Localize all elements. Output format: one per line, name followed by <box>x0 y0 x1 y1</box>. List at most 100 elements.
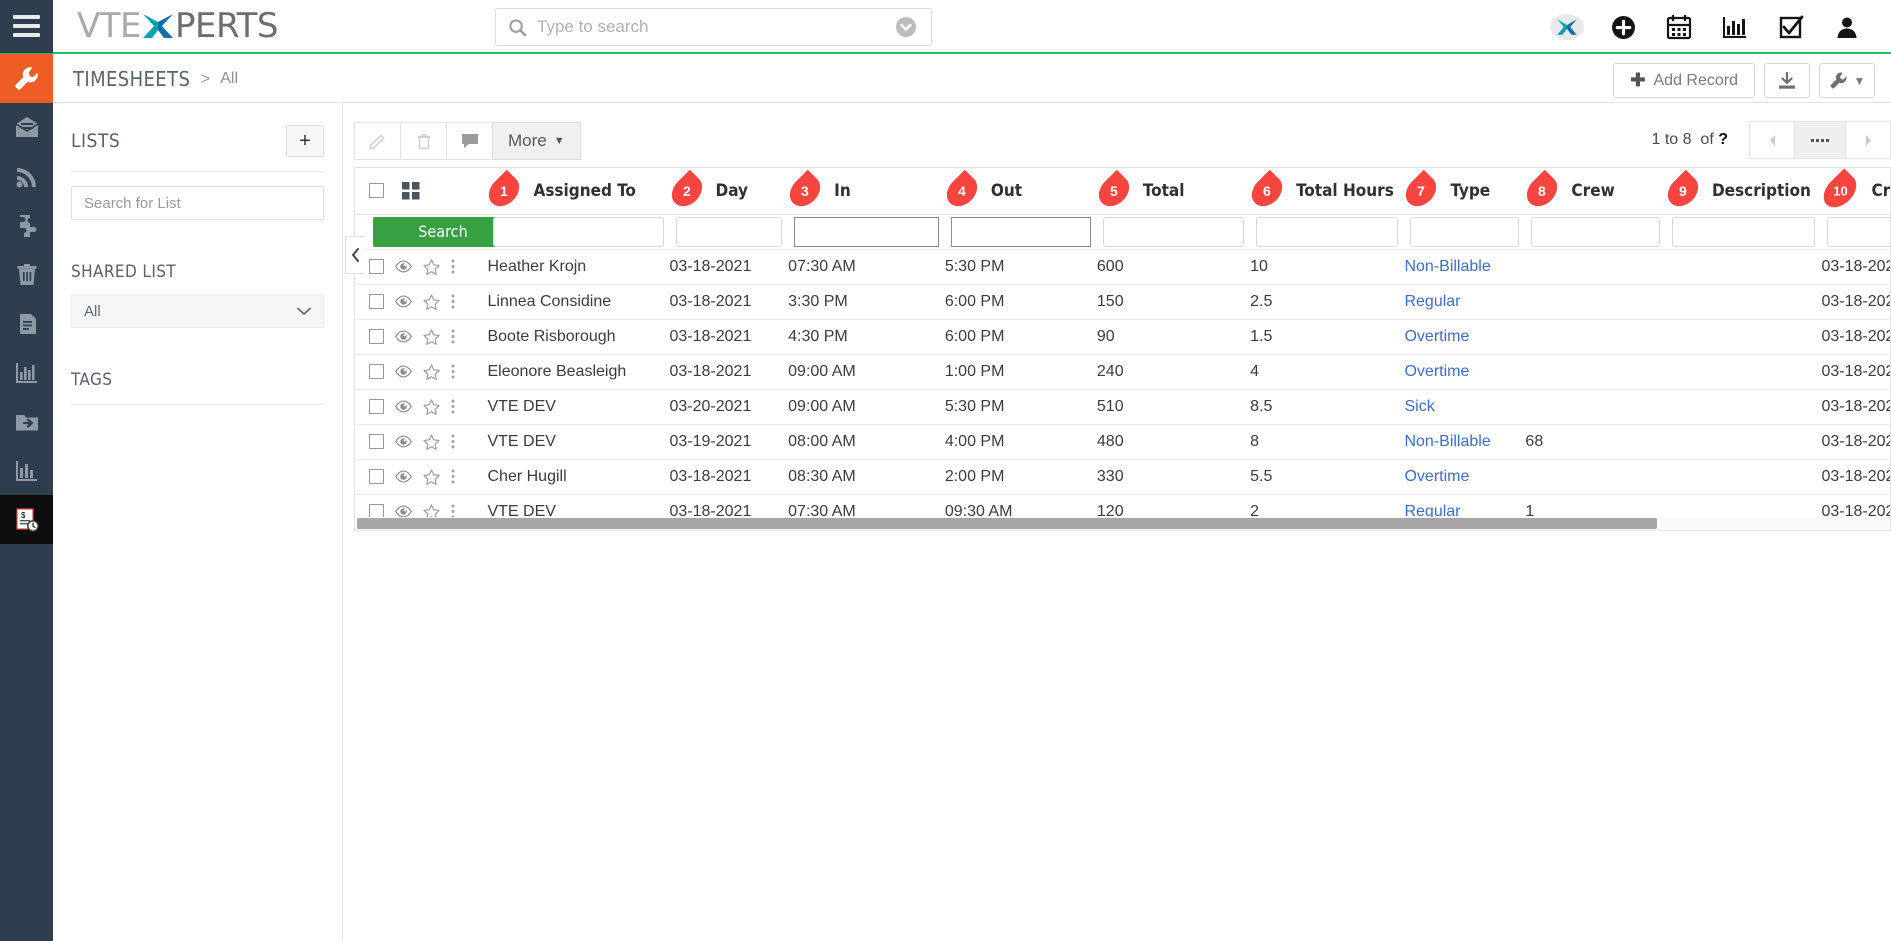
table-row[interactable]: VTE DEV 03-20-2021 09:00 AM 5:30 PM 510 8.5 Si… <box>355 389 1890 425</box>
prev-page-button[interactable] <box>1749 121 1795 159</box>
user-icon[interactable] <box>1819 0 1875 54</box>
favorite-star-icon[interactable] <box>423 258 440 275</box>
preview-icon[interactable] <box>395 400 412 413</box>
sidebar-item-mail[interactable] <box>0 103 53 152</box>
row-checkbox[interactable] <box>369 469 384 484</box>
preview-icon[interactable] <box>395 295 412 308</box>
sidebar-item-feed[interactable] <box>0 152 53 201</box>
preview-icon[interactable] <box>395 470 412 483</box>
list-search-input[interactable]: Search for List <box>71 186 324 220</box>
cell-type[interactable]: Sick <box>1404 389 1526 425</box>
sidebar-item-extensions[interactable] <box>0 201 53 250</box>
menu-toggle-icon[interactable] <box>0 0 53 53</box>
next-page-button[interactable] <box>1845 121 1891 159</box>
favorite-star-icon[interactable] <box>423 468 440 485</box>
filter-input[interactable] <box>1410 216 1520 247</box>
more-button[interactable]: More ▼ <box>492 122 581 160</box>
col-type[interactable]: 7 Type <box>1400 168 1526 215</box>
favorite-star-icon[interactable] <box>423 328 440 345</box>
breadcrumb-module[interactable]: TIMESHEETS <box>73 67 190 91</box>
settings-dropdown-button[interactable]: ▼ <box>1819 63 1875 98</box>
favorite-star-icon[interactable] <box>423 363 440 380</box>
chevron-down-icon[interactable] <box>895 16 917 38</box>
filter-input[interactable] <box>1671 216 1816 247</box>
scrollbar-thumb[interactable] <box>357 517 1657 529</box>
filter-input[interactable] <box>675 216 783 247</box>
table-row[interactable]: Eleonore Beasleigh 03-18-2021 09:00 AM 1:00… <box>355 354 1890 390</box>
delete-button[interactable] <box>400 122 447 160</box>
filter-input[interactable] <box>493 216 664 247</box>
breadcrumb-view[interactable]: All <box>220 70 238 88</box>
favorite-star-icon[interactable] <box>423 398 440 415</box>
import-button[interactable] <box>1764 63 1810 98</box>
vtexperts-logo-icon[interactable] <box>1539 0 1595 54</box>
row-checkbox[interactable] <box>369 434 384 449</box>
cell-type[interactable]: Overtime <box>1404 354 1526 390</box>
filter-description[interactable] <box>1665 214 1822 250</box>
sidebar-item-export[interactable] <box>0 397 53 446</box>
col-created-time[interactable]: 10 Created Ti <box>1817 168 1890 215</box>
sidebar-item-settings[interactable] <box>0 54 53 103</box>
col-total-hours[interactable]: 6 Total Hours <box>1245 168 1405 215</box>
search-button[interactable]: Search <box>373 216 513 247</box>
collapse-panel-button[interactable] <box>345 236 365 274</box>
row-checkbox[interactable] <box>369 364 384 379</box>
col-out[interactable]: 4 Out <box>940 168 1097 215</box>
grid-view-icon[interactable] <box>402 181 420 200</box>
preview-icon[interactable] <box>395 435 412 448</box>
tasks-icon[interactable] <box>1763 0 1819 54</box>
row-menu-icon[interactable] <box>451 399 455 414</box>
search-input[interactable] <box>537 17 895 37</box>
analytics-icon[interactable] <box>1707 0 1763 54</box>
edit-button[interactable] <box>354 122 401 160</box>
table-row[interactable]: Boote Risborough 03-18-2021 4:30 PM 6:00 PM… <box>355 319 1890 355</box>
filter-crew[interactable] <box>1525 214 1666 250</box>
row-menu-icon[interactable] <box>451 259 455 274</box>
add-record-button[interactable]: ✚ Add Record <box>1613 63 1755 98</box>
cell-type[interactable]: Non-Billable <box>1404 249 1526 285</box>
sidebar-item-documents[interactable] <box>0 299 53 348</box>
type-link[interactable]: Non-Billable <box>1404 433 1490 450</box>
app-logo[interactable]: VTE PERTS <box>77 0 279 53</box>
row-checkbox[interactable] <box>369 259 384 274</box>
filter-total[interactable] <box>1096 214 1251 250</box>
table-row[interactable]: Linnea Considine 03-18-2021 3:30 PM 6:00 PM… <box>355 284 1890 320</box>
cell-type[interactable]: Overtime <box>1404 319 1526 355</box>
horizontal-scrollbar[interactable] <box>355 516 1890 530</box>
filter-total-hours[interactable] <box>1250 214 1405 250</box>
row-menu-icon[interactable] <box>451 364 455 379</box>
row-menu-icon[interactable] <box>451 329 455 344</box>
col-total[interactable]: 5 Total <box>1092 168 1251 215</box>
preview-icon[interactable] <box>395 330 412 343</box>
filter-input[interactable] <box>1256 216 1399 247</box>
select-all-checkbox[interactable] <box>369 183 384 199</box>
comment-button[interactable] <box>446 122 493 160</box>
global-search[interactable] <box>495 8 932 46</box>
row-menu-icon[interactable] <box>451 294 455 309</box>
filter-input[interactable] <box>794 216 939 247</box>
table-row[interactable]: Heather Krojn 03-18-2021 07:30 AM 5:30 PM 60… <box>355 249 1890 285</box>
sidebar-item-timesheets[interactable]: $ <box>0 495 53 544</box>
col-crew[interactable]: 8 Crew <box>1521 168 1666 215</box>
row-menu-icon[interactable] <box>451 469 455 484</box>
page-menu-button[interactable] <box>1794 121 1846 159</box>
preview-icon[interactable] <box>395 260 412 273</box>
type-link[interactable]: Non-Billable <box>1404 258 1490 275</box>
sidebar-item-reports[interactable] <box>0 348 53 397</box>
filter-input[interactable] <box>1531 216 1660 247</box>
col-in[interactable]: 3 In <box>783 168 945 215</box>
row-menu-icon[interactable] <box>451 434 455 449</box>
sidebar-item-trash[interactable] <box>0 250 53 299</box>
table-row[interactable]: VTE DEV 03-19-2021 08:00 AM 4:00 PM 480 8 Non-… <box>355 424 1890 460</box>
type-link[interactable]: Overtime <box>1404 468 1469 485</box>
filter-input[interactable] <box>1827 216 1890 247</box>
filter-created-time[interactable] <box>1821 214 1890 250</box>
sidebar-item-analytics[interactable] <box>0 446 53 495</box>
favorite-star-icon[interactable] <box>423 433 440 450</box>
filter-input[interactable] <box>1102 216 1245 247</box>
col-description[interactable]: 9 Description <box>1661 168 1822 215</box>
shared-list-select[interactable]: All <box>71 294 324 328</box>
preview-icon[interactable] <box>395 365 412 378</box>
filter-input[interactable] <box>950 216 1091 247</box>
cell-type[interactable]: Non-Billable <box>1404 424 1526 460</box>
